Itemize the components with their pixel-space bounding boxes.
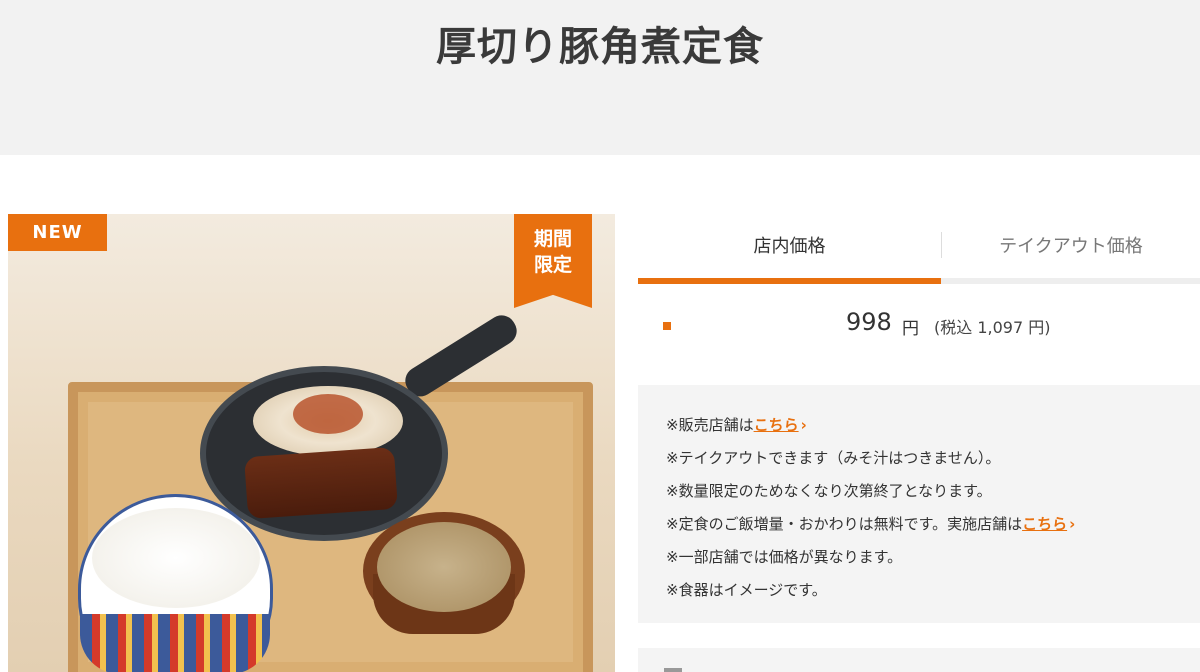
section-icon	[664, 668, 682, 672]
chevron-right-icon: ›	[800, 416, 807, 434]
next-section-box	[638, 648, 1200, 672]
note-item: ※数量限定のためなくなり次第終了となります。	[666, 482, 992, 500]
limited-badge-line1: 期間	[533, 228, 572, 250]
note-item: ※販売店舗はこちら ›	[666, 416, 807, 434]
tab-active-indicator	[638, 278, 941, 284]
stores-link[interactable]: こちら	[754, 416, 799, 434]
page-title: 厚切り豚角煮定食	[436, 24, 764, 70]
limited-time-badge: 期間 限定	[514, 214, 592, 308]
rice-illustration	[92, 508, 260, 608]
note-item: ※定食のご飯増量・おかわりは無料です。実施店舗はこちら ›	[666, 515, 1076, 533]
limited-badge-line2: 限定	[533, 254, 572, 276]
pork-belly-illustration	[244, 446, 398, 520]
tab-instore-price[interactable]: 店内価格	[638, 214, 941, 280]
note-item: ※テイクアウトできます（みそ汁はつきません）。	[666, 449, 1001, 467]
price-bullet-icon	[663, 322, 671, 330]
price-row: 998 円 (税込 1,097 円)	[638, 296, 1200, 356]
price-value: 998	[846, 308, 892, 336]
chevron-right-icon: ›	[1069, 515, 1076, 533]
new-badge: NEW	[8, 214, 107, 251]
price-tax-included: (税込 1,097 円)	[934, 318, 1051, 337]
price-unit: 円	[902, 319, 919, 339]
note-item: ※食器はイメージです。	[666, 581, 827, 599]
rice-bowl-pattern-illustration	[80, 614, 270, 672]
tab-takeout-price[interactable]: テイクアウト価格	[942, 214, 1200, 280]
chili-topping-illustration	[293, 394, 363, 434]
miso-soup-illustration	[377, 522, 511, 612]
price-tabs: 店内価格 テイクアウト価格	[638, 214, 1200, 284]
notes-box: ※販売店舗はこちら › ※テイクアウトできます（みそ汁はつきません）。 ※数量限定…	[638, 385, 1200, 623]
note-item: ※一部店舗では価格が異なります。	[666, 548, 903, 566]
refill-stores-link[interactable]: こちら	[1022, 515, 1067, 533]
